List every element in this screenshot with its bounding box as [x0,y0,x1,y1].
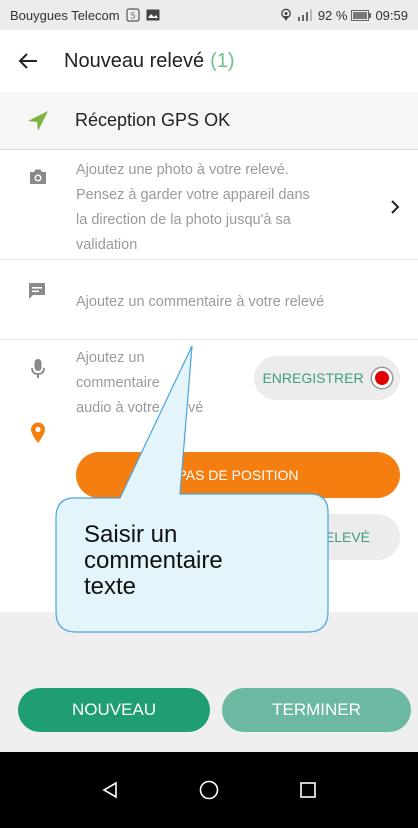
circle-home-icon [199,780,219,800]
gps-status-row: Réception GPS OK [0,92,418,150]
page-title-text: Nouveau relevé [64,49,205,72]
navigation-arrow-icon [0,109,75,133]
map-pin-icon [30,422,46,449]
record-button[interactable]: ENREGISTRER [254,356,400,400]
svg-text:5: 5 [130,12,135,21]
app-header: Nouveau relevé (1) [0,30,418,92]
photo-hint-line-3: la direction de la photo jusqu'à sa [76,212,291,228]
system-nav-bar [0,752,418,828]
page-title: Nouveau relevé (1) [64,50,235,73]
bottom-actions: NOUVEAU TERMINER [0,688,418,736]
square-recent-icon [300,782,317,798]
photo-row[interactable]: Ajoutez une photo à votre relevé. Pensez… [0,150,418,260]
chevron-right-icon[interactable] [390,200,400,219]
audio-hint-line-1: Ajoutez un [76,350,145,366]
comment-row[interactable]: Ajoutez un commentaire à votre relevé [0,260,418,340]
back-button[interactable] [0,30,56,92]
finish-button[interactable]: TERMINER [222,688,411,732]
callout-line-3: texte [84,573,137,600]
audio-hint-line-2: commentaire [76,375,160,391]
status-bar: Bouygues Telecom 5 92 % 09:59 [0,0,418,30]
new-button[interactable]: NOUVEAU [18,688,210,732]
no-position-button[interactable]: PAS DE POSITION [76,452,400,498]
callout-text: Saisir un commentaire texte [84,522,304,600]
location-icon [280,8,292,22]
record-button-label: ENREGISTRER [262,370,364,386]
gps-status-label: Réception GPS OK [75,110,231,130]
content-area: Réception GPS OK Ajoutez une photo à vot… [0,92,418,752]
clock: 09:59 [375,7,408,23]
record-dot-icon [371,368,392,388]
comment-icon [28,282,46,305]
battery-icon [351,9,372,21]
image-icon [146,9,160,21]
microphone-icon [30,358,46,385]
camera-icon [28,168,48,190]
record-count: (1) [210,49,235,72]
battery-percent: 92 % [317,7,348,23]
audio-row: Ajoutez un commentaire audio à votre rel… [0,340,418,432]
carrier-name: Bouygues Telecom [10,7,120,23]
comment-input[interactable]: Ajoutez un commentaire à votre relevé [76,290,324,315]
arrow-left-icon [18,53,37,69]
audio-hint-line-3: audio à votre relevé [76,400,204,416]
callout-line-2: commentaire [84,547,223,574]
nav-back-button[interactable] [80,760,140,820]
signal-icon [296,9,314,21]
triangle-back-icon [102,781,117,799]
notification-icon: 5 [126,8,140,22]
nav-home-button[interactable] [179,760,239,820]
nav-recent-button[interactable] [278,760,338,820]
photo-hint-line-1: Ajoutez une photo à votre relevé. [76,162,289,178]
photo-hint-line-2: Pensez à garder votre appareil dans [76,187,310,203]
photo-hint-line-4: validation [76,237,138,253]
callout-line-1: Saisir un [84,521,178,548]
